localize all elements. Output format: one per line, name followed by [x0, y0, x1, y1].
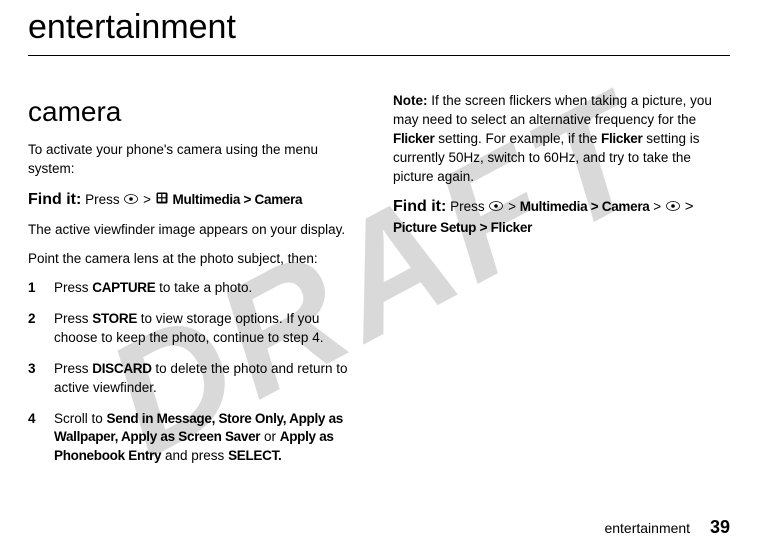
key-store: STORE	[92, 311, 137, 326]
step-pre: Press	[54, 311, 92, 326]
find-it-line-left: Find it: Press > Multimedia > Camera	[28, 189, 365, 211]
page-title: entertainment	[28, 0, 730, 56]
intro-text: To activate your phone's camera using th…	[28, 141, 365, 179]
navkey-icon	[489, 198, 503, 217]
step-body: Press STORE to view storage options. If …	[54, 310, 365, 348]
flicker-term: Flicker	[393, 131, 434, 146]
steps-list: 1 Press CAPTURE to take a photo. 2 Press…	[28, 279, 365, 466]
note-paragraph: Note: If the screen flickers when taking…	[393, 92, 730, 186]
find-it-label: Find it:	[393, 198, 446, 215]
page-content: entertainment camera To activate your ph…	[0, 0, 758, 478]
menu-path: Multimedia > Camera	[173, 192, 303, 207]
step-3: 3 Press DISCARD to delete the photo and …	[28, 360, 365, 398]
step-1: 1 Press CAPTURE to take a photo.	[28, 279, 365, 298]
point-camera-text: Point the camera lens at the photo subje…	[28, 250, 365, 269]
press-text: Press	[85, 192, 120, 207]
gt-sep: >	[653, 199, 661, 214]
step-number: 2	[28, 310, 54, 348]
navkey-icon	[124, 191, 138, 210]
multimedia-icon	[156, 191, 168, 210]
menu-path-2: Picture Setup > Flicker	[393, 220, 532, 235]
step-pre: Press	[54, 361, 92, 376]
step-2: 2 Press STORE to view storage options. I…	[28, 310, 365, 348]
note-label: Note:	[393, 93, 428, 108]
step-mid: or	[260, 429, 280, 444]
footer-section: entertainment	[604, 520, 690, 536]
left-column: camera To activate your phone's camera u…	[28, 92, 365, 478]
key-discard: DISCARD	[92, 361, 151, 376]
menu-path-1: Multimedia > Camera	[520, 199, 650, 214]
step-body: Scroll to Send in Message, Store Only, A…	[54, 410, 365, 467]
press-text: Press	[450, 199, 485, 214]
note-pre: If the screen flickers when taking a pic…	[393, 93, 712, 127]
step-number: 3	[28, 360, 54, 398]
step-pre: Scroll to	[54, 411, 107, 426]
note-mid: setting. For example, if the	[434, 131, 601, 146]
find-it-line-right: Find it: Press > Multimedia > Camera > >…	[393, 196, 730, 237]
gt-sep-wide: >	[685, 198, 694, 215]
step-post: to take a photo.	[155, 280, 252, 295]
step-pre: Press	[54, 280, 92, 295]
page-footer: entertainment 39	[604, 517, 730, 538]
find-it-label: Find it:	[28, 191, 81, 208]
gt-sep: >	[508, 199, 516, 214]
navkey-icon	[666, 198, 680, 217]
step-post2: and press	[161, 448, 228, 463]
viewfinder-text: The active viewfinder image appears on y…	[28, 221, 365, 240]
flicker-term: Flicker	[601, 131, 642, 146]
step-4: 4 Scroll to Send in Message, Store Only,…	[28, 410, 365, 467]
key-select: SELECT.	[228, 448, 281, 463]
step-body: Press DISCARD to delete the photo and re…	[54, 360, 365, 398]
two-column-layout: camera To activate your phone's camera u…	[28, 92, 730, 478]
step-body: Press CAPTURE to take a photo.	[54, 279, 365, 298]
footer-page-number: 39	[710, 517, 730, 537]
key-capture: CAPTURE	[92, 280, 155, 295]
section-heading-camera: camera	[28, 92, 365, 131]
step-number: 4	[28, 410, 54, 467]
right-column: Note: If the screen flickers when taking…	[393, 92, 730, 478]
step-number: 1	[28, 279, 54, 298]
gt-sep: >	[143, 192, 151, 207]
